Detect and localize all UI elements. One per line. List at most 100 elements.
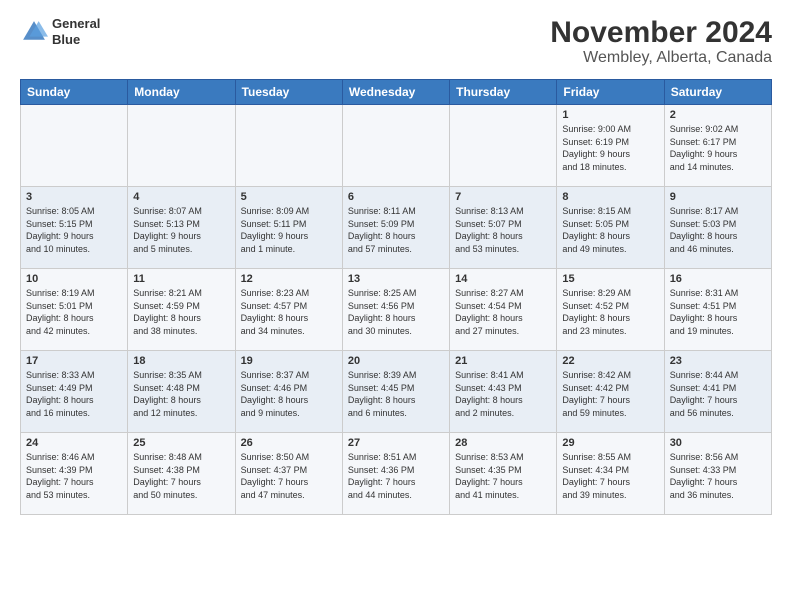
- calendar-cell: 10 Sunrise: 8:19 AM Sunset: 5:01 PM Dayli…: [21, 269, 128, 351]
- day-number: 23: [670, 355, 766, 367]
- day-number: 8: [562, 191, 658, 203]
- day-number: 25: [133, 437, 229, 449]
- calendar-cell: 9Sunrise: 8:17 AM Sunset: 5:03 PM Daylig…: [664, 187, 771, 269]
- day-number: 22: [562, 355, 658, 367]
- calendar-cell: 18 Sunrise: 8:35 AM Sunset: 4:48 PM Dayli…: [128, 351, 235, 433]
- page: General Blue November 2024 Wembley, Albe…: [0, 0, 792, 612]
- calendar-cell: 30 Sunrise: 8:56 AM Sunset: 4:33 PM Dayli…: [664, 433, 771, 515]
- calendar-week-0: 1 Sunrise: 9:00 AM Sunset: 6:19 PM Daylig…: [21, 105, 772, 187]
- day-info: Sunrise: 8:35 AM Sunset: 4:48 PM Dayligh…: [133, 369, 229, 419]
- calendar-cell: 3 Sunrise: 8:05 AM Sunset: 5:15 PM Daylig…: [21, 187, 128, 269]
- calendar-cell: 29Sunrise: 8:55 AM Sunset: 4:34 PM Dayli…: [557, 433, 664, 515]
- day-number: 30: [670, 437, 766, 449]
- day-info: Sunrise: 8:11 AM Sunset: 5:09 PM Dayligh…: [348, 205, 444, 255]
- day-number: 16: [670, 273, 766, 285]
- day-number: 13: [348, 273, 444, 285]
- day-info: Sunrise: 8:55 AM Sunset: 4:34 PM Dayligh…: [562, 451, 658, 501]
- day-info: Sunrise: 9:02 AM Sunset: 6:17 PM Dayligh…: [670, 123, 766, 173]
- day-number: 19: [241, 355, 337, 367]
- day-info: Sunrise: 8:50 AM Sunset: 4:37 PM Dayligh…: [241, 451, 337, 501]
- day-info: Sunrise: 9:00 AM Sunset: 6:19 PM Dayligh…: [562, 123, 658, 173]
- day-info: Sunrise: 8:29 AM Sunset: 4:52 PM Dayligh…: [562, 287, 658, 337]
- day-info: Sunrise: 8:48 AM Sunset: 4:38 PM Dayligh…: [133, 451, 229, 501]
- day-info: Sunrise: 8:13 AM Sunset: 5:07 PM Dayligh…: [455, 205, 551, 255]
- logo-line1: General: [52, 16, 100, 32]
- day-of-week-wednesday: Wednesday: [342, 80, 449, 105]
- day-of-week-tuesday: Tuesday: [235, 80, 342, 105]
- day-number: 4: [133, 191, 229, 203]
- calendar-cell: 24Sunrise: 8:46 AM Sunset: 4:39 PM Dayli…: [21, 433, 128, 515]
- calendar-cell: 15 Sunrise: 8:29 AM Sunset: 4:52 PM Dayli…: [557, 269, 664, 351]
- calendar-cell: 6 Sunrise: 8:11 AM Sunset: 5:09 PM Daylig…: [342, 187, 449, 269]
- day-number: 28: [455, 437, 551, 449]
- day-info: Sunrise: 8:17 AM Sunset: 5:03 PM Dayligh…: [670, 205, 766, 255]
- calendar-cell: [450, 105, 557, 187]
- calendar-title: November 2024: [550, 16, 772, 49]
- calendar-cell: 27 Sunrise: 8:51 AM Sunset: 4:36 PM Dayli…: [342, 433, 449, 515]
- day-of-week-saturday: Saturday: [664, 80, 771, 105]
- calendar-cell: 22 Sunrise: 8:42 AM Sunset: 4:42 PM Dayli…: [557, 351, 664, 433]
- day-number: 12: [241, 273, 337, 285]
- day-number: 11: [133, 273, 229, 285]
- calendar-cell: [21, 105, 128, 187]
- day-info: Sunrise: 8:51 AM Sunset: 4:36 PM Dayligh…: [348, 451, 444, 501]
- logo-text: General Blue: [52, 16, 100, 47]
- calendar-cell: 4 Sunrise: 8:07 AM Sunset: 5:13 PM Daylig…: [128, 187, 235, 269]
- calendar-cell: [342, 105, 449, 187]
- day-info: Sunrise: 8:42 AM Sunset: 4:42 PM Dayligh…: [562, 369, 658, 419]
- calendar-week-4: 24Sunrise: 8:46 AM Sunset: 4:39 PM Dayli…: [21, 433, 772, 515]
- day-info: Sunrise: 8:23 AM Sunset: 4:57 PM Dayligh…: [241, 287, 337, 337]
- day-info: Sunrise: 8:44 AM Sunset: 4:41 PM Dayligh…: [670, 369, 766, 419]
- calendar-cell: 17Sunrise: 8:33 AM Sunset: 4:49 PM Dayli…: [21, 351, 128, 433]
- day-info: Sunrise: 8:19 AM Sunset: 5:01 PM Dayligh…: [26, 287, 122, 337]
- day-number: 7: [455, 191, 551, 203]
- day-number: 17: [26, 355, 122, 367]
- calendar-cell: [128, 105, 235, 187]
- day-number: 27: [348, 437, 444, 449]
- calendar-header: SundayMondayTuesdayWednesdayThursdayFrid…: [21, 80, 772, 105]
- calendar-table: SundayMondayTuesdayWednesdayThursdayFrid…: [20, 79, 772, 515]
- calendar-week-2: 10 Sunrise: 8:19 AM Sunset: 5:01 PM Dayli…: [21, 269, 772, 351]
- day-number: 14: [455, 273, 551, 285]
- calendar-cell: [235, 105, 342, 187]
- logo: General Blue: [20, 16, 100, 47]
- calendar-cell: 26 Sunrise: 8:50 AM Sunset: 4:37 PM Dayli…: [235, 433, 342, 515]
- calendar-cell: 19 Sunrise: 8:37 AM Sunset: 4:46 PM Dayli…: [235, 351, 342, 433]
- day-info: Sunrise: 8:56 AM Sunset: 4:33 PM Dayligh…: [670, 451, 766, 501]
- calendar-cell: 23 Sunrise: 8:44 AM Sunset: 4:41 PM Dayli…: [664, 351, 771, 433]
- day-number: 24: [26, 437, 122, 449]
- logo-line2: Blue: [52, 32, 100, 48]
- calendar-cell: 21 Sunrise: 8:41 AM Sunset: 4:43 PM Dayli…: [450, 351, 557, 433]
- calendar-cell: 8Sunrise: 8:15 AM Sunset: 5:05 PM Daylig…: [557, 187, 664, 269]
- day-number: 20: [348, 355, 444, 367]
- day-info: Sunrise: 8:41 AM Sunset: 4:43 PM Dayligh…: [455, 369, 551, 419]
- calendar-cell: 7 Sunrise: 8:13 AM Sunset: 5:07 PM Daylig…: [450, 187, 557, 269]
- calendar-cell: 25 Sunrise: 8:48 AM Sunset: 4:38 PM Dayli…: [128, 433, 235, 515]
- day-number: 3: [26, 191, 122, 203]
- calendar-cell: 12 Sunrise: 8:23 AM Sunset: 4:57 PM Dayli…: [235, 269, 342, 351]
- day-number: 18: [133, 355, 229, 367]
- header: General Blue November 2024 Wembley, Albe…: [20, 16, 772, 67]
- day-info: Sunrise: 8:37 AM Sunset: 4:46 PM Dayligh…: [241, 369, 337, 419]
- day-number: 26: [241, 437, 337, 449]
- calendar-cell: 2Sunrise: 9:02 AM Sunset: 6:17 PM Daylig…: [664, 105, 771, 187]
- calendar-subtitle: Wembley, Alberta, Canada: [550, 49, 772, 67]
- day-info: Sunrise: 8:31 AM Sunset: 4:51 PM Dayligh…: [670, 287, 766, 337]
- day-info: Sunrise: 8:07 AM Sunset: 5:13 PM Dayligh…: [133, 205, 229, 255]
- calendar-cell: 1 Sunrise: 9:00 AM Sunset: 6:19 PM Daylig…: [557, 105, 664, 187]
- calendar-cell: 16 Sunrise: 8:31 AM Sunset: 4:51 PM Dayli…: [664, 269, 771, 351]
- day-number: 5: [241, 191, 337, 203]
- day-number: 21: [455, 355, 551, 367]
- day-info: Sunrise: 8:27 AM Sunset: 4:54 PM Dayligh…: [455, 287, 551, 337]
- day-number: 10: [26, 273, 122, 285]
- day-info: Sunrise: 8:09 AM Sunset: 5:11 PM Dayligh…: [241, 205, 337, 255]
- calendar-week-1: 3 Sunrise: 8:05 AM Sunset: 5:15 PM Daylig…: [21, 187, 772, 269]
- day-info: Sunrise: 8:39 AM Sunset: 4:45 PM Dayligh…: [348, 369, 444, 419]
- day-number: 6: [348, 191, 444, 203]
- title-block: November 2024 Wembley, Alberta, Canada: [550, 16, 772, 67]
- day-number: 1: [562, 109, 658, 121]
- day-info: Sunrise: 8:05 AM Sunset: 5:15 PM Dayligh…: [26, 205, 122, 255]
- day-number: 15: [562, 273, 658, 285]
- calendar-cell: 13Sunrise: 8:25 AM Sunset: 4:56 PM Dayli…: [342, 269, 449, 351]
- day-header-row: SundayMondayTuesdayWednesdayThursdayFrid…: [21, 80, 772, 105]
